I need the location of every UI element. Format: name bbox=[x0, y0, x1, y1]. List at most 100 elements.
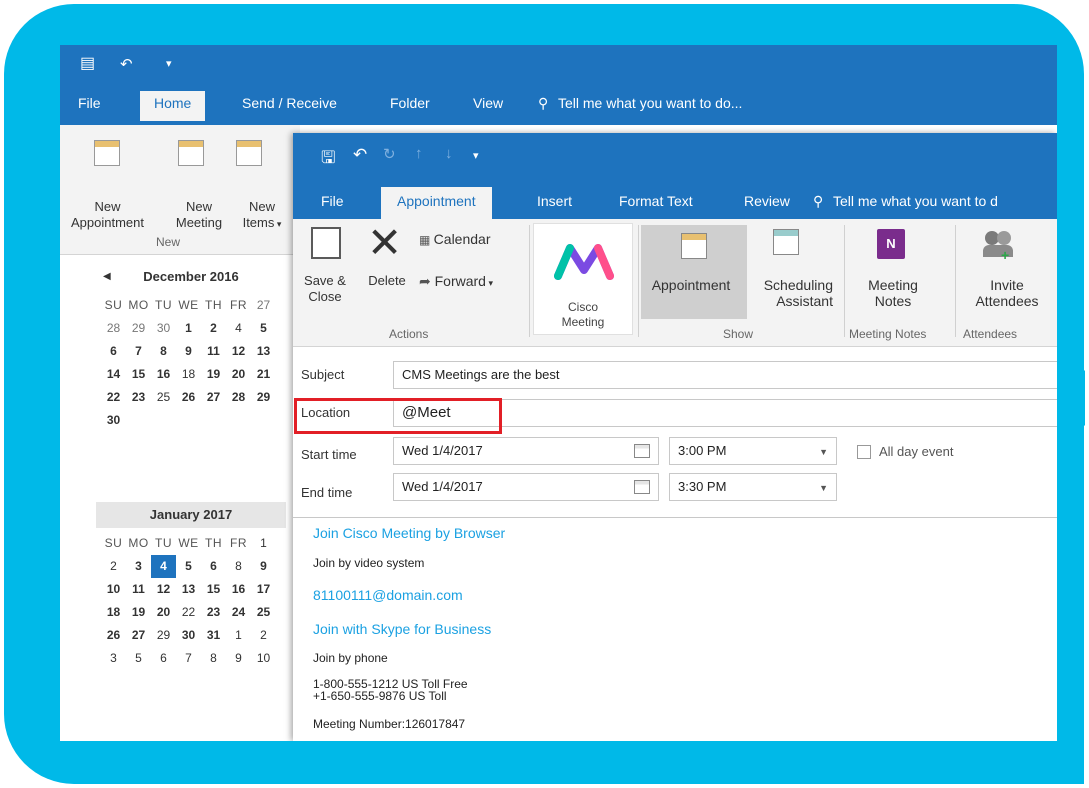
calendar-day[interactable]: 18 bbox=[176, 363, 201, 386]
invite-attendees-button[interactable]: Invite Attendees bbox=[957, 277, 1057, 309]
appointment-view-button[interactable]: Appointment bbox=[641, 277, 741, 293]
end-date-input[interactable]: Wed 1/4/2017 bbox=[393, 473, 659, 501]
undo-icon[interactable]: ↶ bbox=[353, 145, 367, 165]
tab-insert[interactable]: Insert bbox=[537, 193, 572, 209]
calendar-day[interactable]: 1 bbox=[251, 532, 276, 555]
tab-file[interactable]: File bbox=[321, 193, 344, 209]
tab-format-text[interactable]: Format Text bbox=[619, 193, 693, 209]
calendar-day[interactable]: 8 bbox=[226, 555, 251, 578]
calendar-day[interactable]: 17 bbox=[251, 578, 276, 601]
calendar-day[interactable]: 20 bbox=[226, 363, 251, 386]
calendar-day[interactable]: 9 bbox=[226, 647, 251, 670]
calendar-day[interactable]: 19 bbox=[201, 363, 226, 386]
calendar-day[interactable]: 21 bbox=[251, 363, 276, 386]
up-arrow-icon[interactable]: ↑ bbox=[415, 145, 423, 162]
join-browser-link[interactable]: Join Cisco Meeting by Browser bbox=[313, 525, 505, 541]
forward-button[interactable]: ➦ Forward ▾ bbox=[419, 273, 493, 291]
calendar-day[interactable]: 27 bbox=[201, 386, 226, 409]
meeting-notes-button[interactable]: Meeting Notes bbox=[853, 277, 933, 309]
calendar-day[interactable]: 9 bbox=[251, 555, 276, 578]
calendar-day[interactable]: 4 bbox=[151, 555, 176, 578]
tab-send-receive[interactable]: Send / Receive bbox=[242, 95, 337, 111]
redo-icon[interactable]: ↻ bbox=[383, 145, 396, 163]
start-time-select[interactable]: 3:00 PM ▼ bbox=[669, 437, 837, 465]
delete-button[interactable]: Delete bbox=[359, 273, 415, 289]
calendar-day[interactable]: 15 bbox=[201, 578, 226, 601]
calendar-day[interactable]: 30 bbox=[101, 409, 126, 432]
calendar-day[interactable]: 1 bbox=[226, 624, 251, 647]
calendar-day[interactable]: 3 bbox=[126, 555, 151, 578]
calendar-day[interactable]: 20 bbox=[151, 601, 176, 624]
calendar-day[interactable]: 29 bbox=[251, 386, 276, 409]
calendar-day[interactable]: 2 bbox=[101, 555, 126, 578]
new-items-button[interactable]: New Items ▾ bbox=[224, 199, 300, 232]
calendar-day[interactable]: 26 bbox=[101, 624, 126, 647]
calendar-day[interactable]: 30 bbox=[151, 317, 176, 340]
calendar-day[interactable]: 4 bbox=[226, 317, 251, 340]
calendar-day[interactable]: 30 bbox=[176, 624, 201, 647]
calendar-day[interactable]: 18 bbox=[101, 601, 126, 624]
calendar-day[interactable]: 29 bbox=[151, 624, 176, 647]
save-close-button[interactable]: Save & Close bbox=[297, 273, 353, 305]
calendar-day[interactable]: 15 bbox=[126, 363, 151, 386]
tab-appointment[interactable]: Appointment bbox=[381, 187, 492, 219]
calendar-day[interactable]: 25 bbox=[151, 386, 176, 409]
tab-folder[interactable]: Folder bbox=[390, 95, 430, 111]
calendar-day[interactable]: 22 bbox=[101, 386, 126, 409]
calendar-day[interactable]: 13 bbox=[251, 340, 276, 363]
calendar-day[interactable]: 14 bbox=[101, 363, 126, 386]
undo-icon[interactable]: ↶ bbox=[120, 55, 133, 73]
tab-view[interactable]: View bbox=[473, 95, 503, 111]
customize-arrow-icon[interactable]: ▾ bbox=[166, 57, 172, 70]
mailbox-icon[interactable]: ▤ bbox=[80, 53, 95, 73]
calendar-day[interactable]: 7 bbox=[176, 647, 201, 670]
customize-arrow-icon[interactable]: ▾ bbox=[473, 149, 479, 162]
cisco-meeting-button[interactable]: Cisco Meeting bbox=[533, 223, 633, 335]
tell-me-search[interactable]: Tell me what you want to do... bbox=[558, 95, 742, 111]
calendar-day[interactable]: 24 bbox=[226, 601, 251, 624]
calendar-day[interactable]: 12 bbox=[151, 578, 176, 601]
calendar-day[interactable]: 5 bbox=[176, 555, 201, 578]
calendar-day[interactable]: 3 bbox=[101, 647, 126, 670]
join-skype-link[interactable]: Join with Skype for Business bbox=[313, 621, 491, 637]
calendar-day[interactable]: 29 bbox=[126, 317, 151, 340]
end-time-select[interactable]: 3:30 PM ▼ bbox=[669, 473, 837, 501]
calendar-day[interactable]: 10 bbox=[251, 647, 276, 670]
calendar-day[interactable]: 6 bbox=[101, 340, 126, 363]
tab-home[interactable]: Home bbox=[140, 91, 206, 121]
calendar-day[interactable]: 2 bbox=[251, 624, 276, 647]
calendar-day[interactable]: 8 bbox=[151, 340, 176, 363]
calendar-picker-icon[interactable] bbox=[634, 480, 650, 494]
calendar-day[interactable]: 9 bbox=[176, 340, 201, 363]
calendar-day[interactable]: 28 bbox=[226, 386, 251, 409]
calendar-day[interactable]: 19 bbox=[126, 601, 151, 624]
calendar-day[interactable]: 8 bbox=[201, 647, 226, 670]
calendar-day[interactable]: 16 bbox=[151, 363, 176, 386]
calendar-day[interactable]: 25 bbox=[251, 601, 276, 624]
calendar-day[interactable]: 10 bbox=[101, 578, 126, 601]
calendar-day[interactable]: 7 bbox=[126, 340, 151, 363]
tab-file[interactable]: File bbox=[78, 95, 101, 111]
new-appointment-button[interactable]: New Appointment bbox=[60, 199, 155, 231]
calendar-day[interactable]: 23 bbox=[126, 386, 151, 409]
calendar-day[interactable]: 27 bbox=[251, 294, 276, 317]
calendar-day[interactable]: 13 bbox=[176, 578, 201, 601]
down-arrow-icon[interactable]: ↓ bbox=[445, 145, 453, 162]
save-icon[interactable]: 🖫 bbox=[321, 145, 335, 174]
subject-input[interactable]: CMS Meetings are the best bbox=[393, 361, 1057, 389]
calendar-day[interactable]: 2 bbox=[201, 317, 226, 340]
calendar-day[interactable]: 16 bbox=[226, 578, 251, 601]
calendar-day[interactable]: 1 bbox=[176, 317, 201, 340]
calendar-picker-icon[interactable] bbox=[634, 444, 650, 458]
calendar-button[interactable]: ▦ Calendar bbox=[419, 231, 491, 248]
calendar-day[interactable]: 12 bbox=[226, 340, 251, 363]
calendar-day[interactable]: 6 bbox=[201, 555, 226, 578]
start-date-input[interactable]: Wed 1/4/2017 bbox=[393, 437, 659, 465]
calendar-day[interactable]: 22 bbox=[176, 601, 201, 624]
calendar-day[interactable]: 5 bbox=[251, 317, 276, 340]
calendar-day[interactable]: 11 bbox=[201, 340, 226, 363]
calendar-day[interactable]: 31 bbox=[201, 624, 226, 647]
tab-review[interactable]: Review bbox=[744, 193, 790, 209]
calendar-day[interactable]: 5 bbox=[126, 647, 151, 670]
calendar-day[interactable]: 11 bbox=[126, 578, 151, 601]
